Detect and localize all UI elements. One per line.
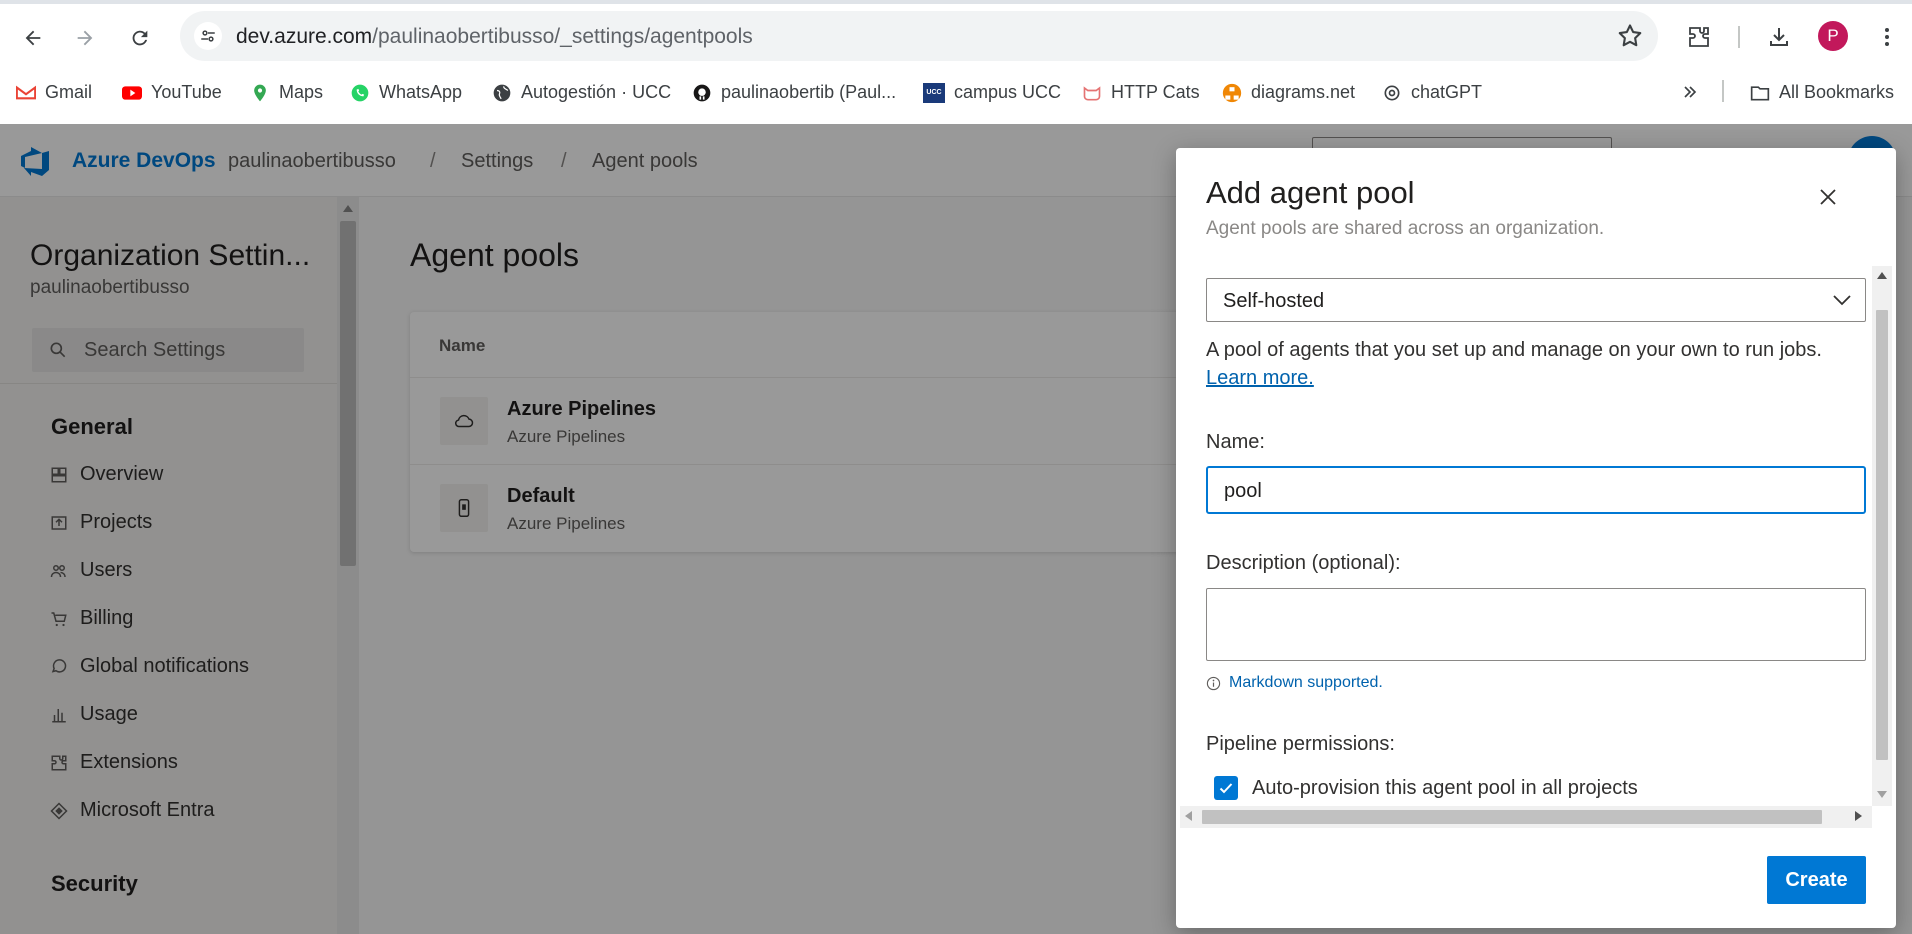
- dialog-horizontal-scrollbar[interactable]: [1180, 806, 1872, 828]
- address-bar[interactable]: dev.azure.com/paulinaobertibusso/_settin…: [180, 11, 1658, 61]
- scroll-up-arrow-icon[interactable]: [1877, 272, 1887, 279]
- close-icon: [1820, 189, 1836, 205]
- pool-type-description: A pool of agents that you set up and man…: [1206, 336, 1866, 392]
- bookmark-star-icon[interactable]: [1616, 22, 1644, 50]
- cats-icon: [1082, 83, 1102, 103]
- auto-provision-checkbox[interactable]: [1214, 776, 1238, 800]
- reload-button[interactable]: [122, 20, 158, 56]
- dialog-title: Add agent pool: [1206, 175, 1415, 210]
- create-button[interactable]: Create: [1767, 856, 1866, 904]
- bookmark-maps[interactable]: Maps: [250, 82, 323, 103]
- bookmark-label: Maps: [279, 82, 324, 102]
- bookmark-label: Gmail: [45, 82, 93, 102]
- toolbar-divider: [1738, 26, 1740, 48]
- forward-arrow-icon: [77, 30, 93, 46]
- scroll-down-arrow-icon[interactable]: [1877, 791, 1887, 798]
- globe-icon: [492, 83, 512, 103]
- url-path: /paulinaobertibusso/_settings/agentpools: [372, 25, 753, 48]
- bookmark-label: chatGPT: [1411, 82, 1483, 102]
- name-input[interactable]: pool: [1206, 466, 1866, 514]
- bookmark-youtube[interactable]: YouTube: [122, 82, 222, 103]
- description-label: Description (optional):: [1206, 552, 1401, 574]
- name-input-value: pool: [1224, 480, 1262, 502]
- info-icon: [1206, 676, 1221, 691]
- bookmark-chatgpt[interactable]: chatGPT: [1382, 82, 1482, 103]
- bookmark-label: YouTube: [151, 82, 222, 102]
- bookmark-autogestion[interactable]: Autogestión · UCC: [492, 82, 671, 103]
- back-button[interactable]: [15, 20, 51, 56]
- scroll-left-arrow-icon[interactable]: [1185, 811, 1192, 821]
- scrollbar-thumb[interactable]: [1202, 810, 1822, 824]
- description-textarea[interactable]: [1206, 588, 1866, 661]
- bookmark-label: Autogestión · UCC: [521, 82, 672, 102]
- forward-button[interactable]: [67, 20, 103, 56]
- bookmark-label: paulinaobertib (Paul...: [721, 82, 897, 102]
- bookmark-label: WhatsApp: [379, 82, 463, 102]
- bookmark-diagrams[interactable]: diagrams.net: [1222, 82, 1355, 103]
- site-info-icon[interactable]: [194, 22, 222, 50]
- bookmark-http-cats[interactable]: HTTP Cats: [1082, 82, 1200, 103]
- reload-icon: [132, 30, 148, 46]
- whatsapp-icon: [350, 83, 370, 103]
- name-label: Name:: [1206, 431, 1265, 453]
- downloads-icon[interactable]: [1760, 18, 1798, 56]
- scroll-right-arrow-icon[interactable]: [1855, 811, 1862, 821]
- markdown-note-text[interactable]: Markdown supported.: [1229, 674, 1383, 692]
- bookmarks-divider: [1722, 80, 1724, 102]
- folder-icon: [1750, 83, 1770, 103]
- extensions-puzzle-icon[interactable]: [1680, 18, 1718, 56]
- more-bookmarks-chevron-icon[interactable]: [1680, 82, 1700, 102]
- bookmark-label: campus UCC: [954, 82, 1062, 102]
- add-agent-pool-dialog: Add agent pool Agent pools are shared ac…: [1176, 148, 1896, 928]
- profile-avatar[interactable]: P: [1818, 21, 1848, 51]
- bookmark-whatsapp[interactable]: WhatsApp: [350, 82, 462, 103]
- gmail-icon: [16, 83, 36, 103]
- browser-chrome: dev.azure.com/paulinaobertibusso/_settin…: [0, 0, 1912, 124]
- ucc-icon: UCC: [923, 82, 945, 103]
- bookmarks-bar: Gmail YouTube Maps WhatsApp Autogestión …: [0, 74, 1912, 110]
- bookmark-github[interactable]: paulinaobertib (Paul...: [692, 82, 896, 103]
- scrollbar-thumb[interactable]: [1876, 310, 1888, 760]
- openai-icon: [1382, 83, 1402, 103]
- pipeline-permissions-label: Pipeline permissions:: [1206, 733, 1395, 755]
- dialog-subtitle: Agent pools are shared across an organiz…: [1206, 218, 1605, 239]
- auto-provision-label: Auto-provision this agent pool in all pr…: [1252, 776, 1638, 799]
- markdown-note: Markdown supported.: [1206, 674, 1383, 692]
- all-bookmarks[interactable]: All Bookmarks: [1750, 82, 1894, 103]
- learn-more-link[interactable]: Learn more.: [1206, 367, 1314, 389]
- checkmark-icon: [1219, 783, 1233, 794]
- bookmark-label: All Bookmarks: [1779, 82, 1895, 102]
- pool-type-dropdown[interactable]: Self-hosted: [1206, 278, 1866, 322]
- dialog-vertical-scrollbar[interactable]: [1872, 266, 1892, 806]
- close-button[interactable]: [1813, 182, 1843, 212]
- youtube-icon: [122, 83, 142, 103]
- pool-type-description-text: A pool of agents that you set up and man…: [1206, 339, 1822, 361]
- bookmark-gmail[interactable]: Gmail: [16, 82, 92, 103]
- url-host: dev.azure.com: [236, 25, 373, 48]
- diagrams-icon: [1222, 83, 1242, 103]
- back-arrow-icon: [25, 30, 41, 46]
- bookmark-label: HTTP Cats: [1111, 82, 1200, 102]
- github-icon: [692, 83, 712, 103]
- menu-kebab-icon[interactable]: [1868, 18, 1906, 56]
- bookmark-campus-ucc[interactable]: UCC campus UCC: [923, 82, 1061, 103]
- tab-strip: [0, 0, 1912, 4]
- maps-icon: [250, 83, 270, 103]
- bookmark-label: diagrams.net: [1251, 82, 1356, 102]
- chevron-down-icon: [1833, 295, 1851, 306]
- pool-type-value: Self-hosted: [1223, 290, 1325, 312]
- url-text: dev.azure.com/paulinaobertibusso/_settin…: [236, 25, 753, 49]
- auto-provision-checkbox-row[interactable]: Auto-provision this agent pool in all pr…: [1214, 776, 1638, 800]
